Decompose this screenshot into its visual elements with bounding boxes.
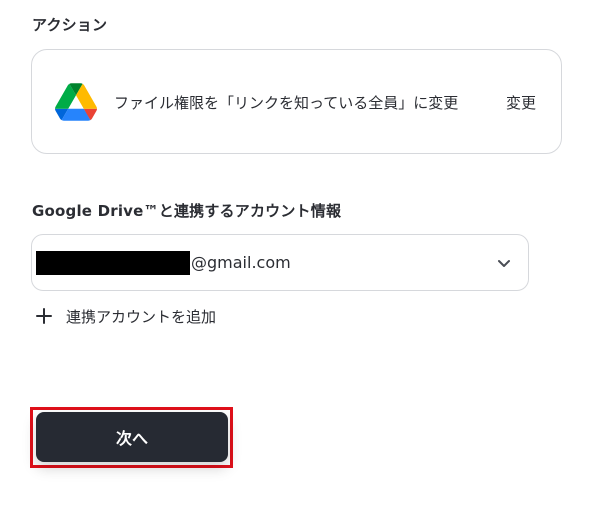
add-account-button[interactable]: 連携アカウントを追加 [34, 304, 216, 328]
account-select[interactable]: @gmail.com [31, 234, 529, 291]
chevron-down-icon [498, 260, 510, 267]
action-section-label: アクション [32, 16, 108, 34]
plus-icon [36, 308, 52, 324]
account-section-label: Google Drive™と連携するアカウント情報 [32, 202, 342, 220]
google-drive-icon [55, 83, 97, 121]
redacted-email [36, 251, 190, 275]
action-description: ファイル権限を「リンクを知っている全員」に変更 [114, 94, 459, 112]
action-card: ファイル権限を「リンクを知っている全員」に変更 変更 [31, 49, 562, 154]
email-domain: @gmail.com [191, 253, 291, 272]
add-account-label: 連携アカウントを追加 [66, 307, 217, 326]
next-button[interactable]: 次へ [36, 412, 228, 462]
page: アクション ファイル権限を「リンクを知っている全員」に変更 変更 Google … [0, 0, 614, 513]
change-action-button[interactable]: 変更 [506, 92, 536, 113]
